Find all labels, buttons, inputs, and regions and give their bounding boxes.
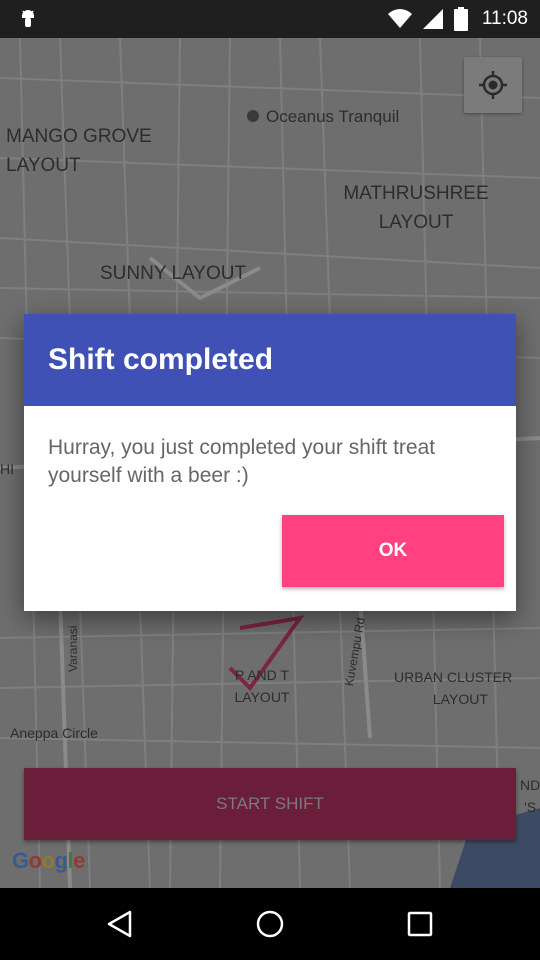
shift-completed-dialog: Shift completed Hurray, you just complet… [24, 314, 516, 611]
status-clock: 11:08 [481, 8, 528, 29]
status-bar: 11:08 [0, 0, 540, 38]
crosshair-icon [479, 71, 507, 99]
signal-icon [422, 9, 443, 29]
map-label-urban-cluster: URBAN CLUSTER LAYOUT [394, 669, 513, 707]
battery-icon [453, 7, 468, 31]
dialog-message: Hurray, you just completed your shift tr… [48, 436, 436, 487]
back-triangle-icon [107, 910, 132, 938]
home-circle-icon [256, 910, 284, 938]
my-location-button[interactable] [464, 57, 522, 113]
dialog-title: Shift completed [48, 343, 274, 376]
recents-button[interactable] [370, 888, 470, 960]
map-label-aneppa-circle: Aneppa Circle [10, 725, 98, 741]
map-label-p-and-t: P AND T LAYOUT [234, 667, 290, 705]
poi-marker-icon[interactable] [244, 107, 262, 125]
map-label-sunny-layout: SUNNY LAYOUT [100, 263, 247, 284]
poi-label-oceanus-tranquil[interactable]: Oceanus Tranquil [266, 102, 399, 131]
android-debug-icon [22, 10, 34, 27]
start-shift-button[interactable]: START SHIFT [24, 768, 516, 840]
recents-square-icon [407, 911, 433, 937]
map-label-mango-grove: MANGO GROVE LAYOUT [6, 126, 152, 176]
map-label-nd-partial: ND 'S [520, 777, 540, 815]
navigation-bar [0, 888, 540, 960]
ok-button[interactable]: OK [282, 515, 504, 587]
dialog-header: Shift completed [24, 314, 516, 406]
map-label-mathrushree: MATHRUSHREE LAYOUT [343, 183, 489, 233]
google-logo: Google [12, 848, 85, 873]
map-label-varanasi: Varanasi [66, 625, 80, 672]
home-button[interactable] [220, 888, 320, 960]
back-button[interactable] [70, 888, 170, 960]
map-label-hi-partial: HI [0, 461, 14, 477]
wifi-icon [387, 9, 412, 28]
